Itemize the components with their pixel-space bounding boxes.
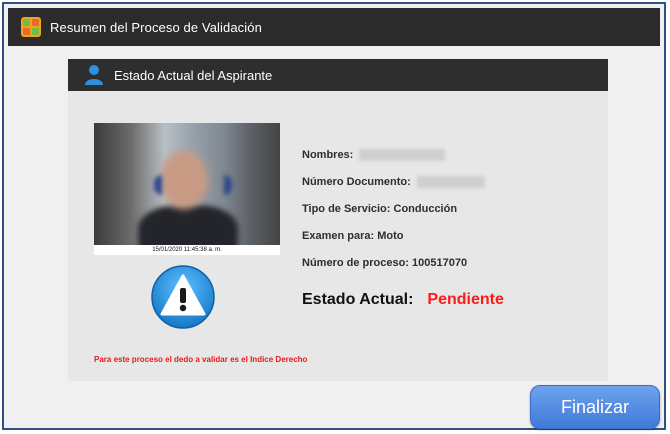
- applicant-fields: Nombres: Número Documento: Tipo de Servi…: [302, 141, 485, 276]
- panel-header: Estado Actual del Aspirante: [68, 59, 608, 91]
- applicant-photo-frame: 15/01/2020 11:45:38 a. m.: [94, 123, 280, 255]
- window-title: Resumen del Proceso de Validación: [50, 19, 262, 35]
- app-puzzle-icon: [20, 16, 42, 38]
- field-tipo-servicio: Tipo de Servicio: Conducción: [302, 202, 458, 215]
- user-icon: [84, 64, 104, 86]
- field-numero-proceso: Número de proceso: 100517070: [302, 256, 468, 269]
- finger-note: Para este proceso el dedo a validar es e…: [94, 355, 308, 364]
- applicant-photo: [94, 123, 280, 245]
- status-badge: Pendiente: [427, 291, 504, 308]
- field-nombres: Nombres:: [302, 141, 485, 168]
- warning-icon: [150, 264, 216, 330]
- photo-timestamp: 15/01/2020 11:45:38 a. m.: [152, 247, 222, 253]
- finalizar-button[interactable]: Finalizar: [530, 385, 660, 429]
- estado-label: Estado Actual:: [302, 291, 414, 308]
- title-bar: Resumen del Proceso de Validación: [8, 8, 660, 46]
- main-window: Resumen del Proceso de Validación Estado…: [2, 2, 666, 430]
- status-panel: Estado Actual del Aspirante 15/01/2020 1…: [68, 59, 608, 381]
- redacted-name: [359, 148, 446, 161]
- redacted-document: [416, 175, 485, 188]
- field-documento: Número Documento:: [302, 168, 485, 195]
- panel-title: Estado Actual del Aspirante: [114, 67, 273, 83]
- field-examen: Examen para: Moto: [302, 229, 404, 242]
- estado-actual: Estado Actual: Pendiente: [302, 291, 504, 309]
